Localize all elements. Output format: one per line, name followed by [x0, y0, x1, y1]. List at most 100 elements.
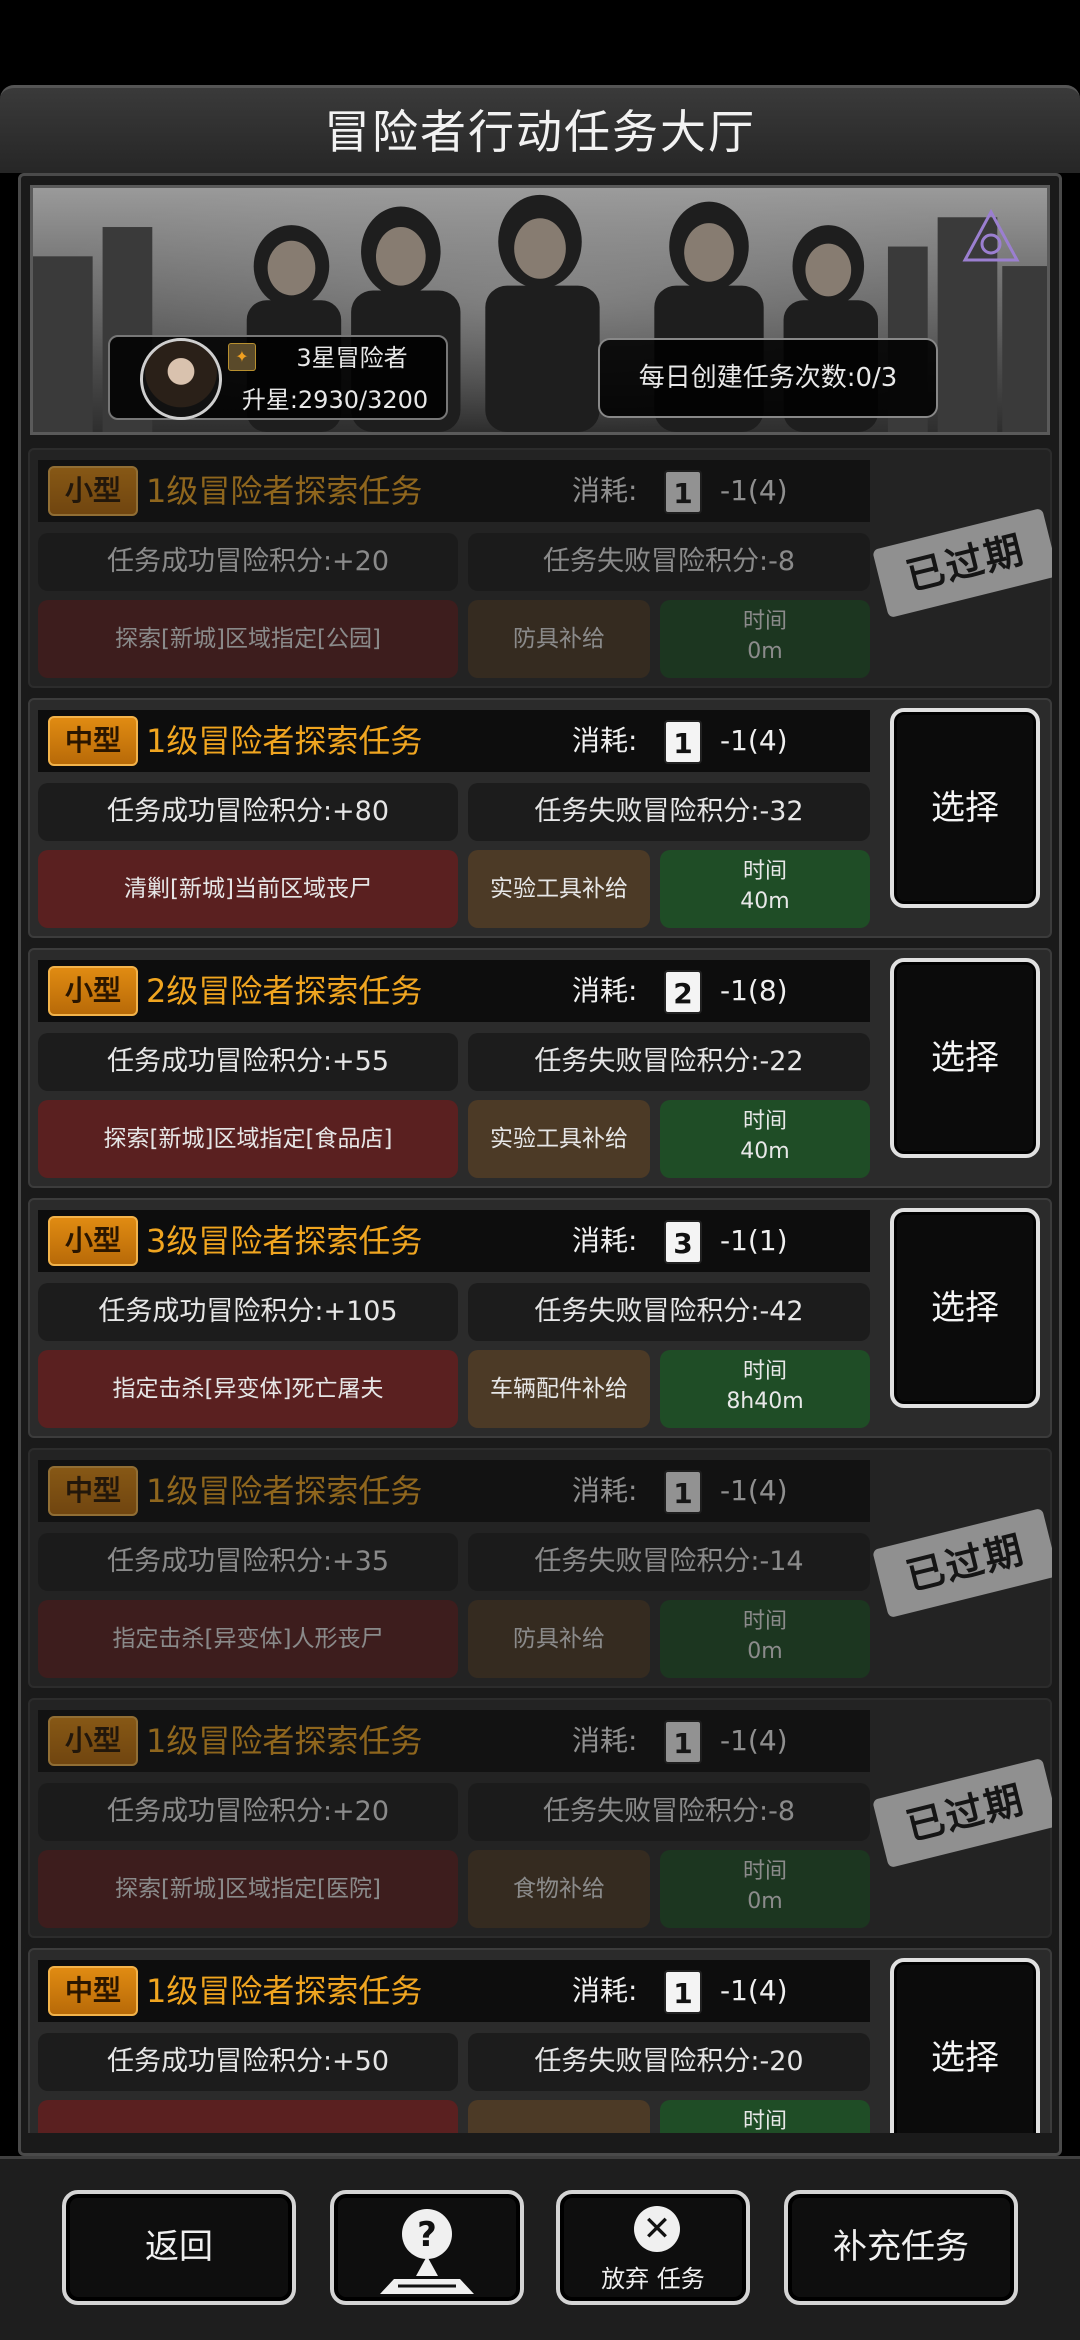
task-list[interactable]: 小型 1级冒险者探索任务 消耗: 1 -1(4) 任务成功冒险积分:+20 任务失败冒险积分…: [28, 448, 1052, 2133]
time-value: 0m: [747, 1639, 783, 1664]
time-value: 40m: [740, 889, 790, 914]
success-points: 任务成功冒险积分:+35: [38, 1533, 458, 1591]
mission-objective: 清剿[新城]当前区域丧尸: [38, 850, 458, 928]
close-circle-icon: ✕: [634, 2206, 680, 2252]
time-box: 时间 0m: [660, 1600, 870, 1678]
success-points: 任务成功冒险积分:+50: [38, 2033, 458, 2091]
time-value: 40m: [740, 1139, 790, 1164]
cost-label: 消耗:: [572, 1724, 638, 1757]
mission-objective: 探索[新城]区域指定[医院]: [38, 1850, 458, 1928]
ticket-icon: 2: [664, 970, 702, 1014]
task-title: 3级冒险者探索任务: [146, 1222, 423, 1260]
fail-points: 任务失败冒险积分:-14: [468, 1533, 870, 1591]
help-button[interactable]: ?: [330, 2190, 524, 2305]
time-value: 0m: [747, 1889, 783, 1914]
select-task-button[interactable]: 选择: [890, 708, 1040, 908]
ticket-icon: 1: [664, 1720, 702, 1764]
abandon-task-button[interactable]: ✕ 放弃 任务: [556, 2190, 750, 2305]
task-card: 小型 2级冒险者探索任务 消耗: 2 -1(8) 任务成功冒险积分:+55 任务失败冒险积分…: [28, 948, 1052, 1188]
task-title: 1级冒险者探索任务: [146, 1972, 423, 2010]
cost-label: 消耗:: [572, 974, 638, 1007]
app-root: 冒险者行动任务大厅 ✦ 3星冒险者 升星:2930/3200 每日创建任务次数:…: [0, 0, 1080, 2340]
task-title: 1级冒险者探索任务: [146, 1722, 423, 1760]
refill-tasks-label: 补充任务: [833, 2227, 969, 2267]
ticket-icon: 1: [664, 1470, 702, 1514]
mission-objective: 探索[新城]区域指定[食品店]: [38, 1100, 458, 1178]
mission-objective: 指定击杀[异变体]人形丧尸: [38, 1600, 458, 1678]
avatar[interactable]: [140, 338, 222, 420]
fail-points: 任务失败冒险积分:-20: [468, 2033, 870, 2091]
mission-objective: [38, 2100, 458, 2133]
refill-tasks-button[interactable]: 补充任务: [784, 2190, 1018, 2305]
page-title: 冒险者行动任务大厅: [324, 105, 756, 159]
fail-points: 任务失败冒险积分:-8: [468, 533, 870, 591]
cost-label: 消耗:: [572, 1974, 638, 2007]
time-label: 时间: [742, 2109, 787, 2133]
expired-stamp: 已过期: [872, 507, 1052, 619]
success-points: 任务成功冒险积分:+80: [38, 783, 458, 841]
task-size-badge: 中型: [48, 1466, 138, 1516]
cost-label: 消耗:: [572, 1224, 638, 1257]
task-size-badge: 小型: [48, 966, 138, 1016]
mission-objective: 指定击杀[异变体]死亡屠夫: [38, 1350, 458, 1428]
success-points: 任务成功冒险积分:+20: [38, 1783, 458, 1841]
biohazard-triangle-icon: [962, 208, 1020, 262]
reward-type: [468, 2100, 650, 2133]
task-size-badge: 小型: [48, 1716, 138, 1766]
time-label: 时间: [742, 1359, 787, 1384]
cost-value: -1(8): [720, 974, 788, 1007]
time-box: 时间 40m: [660, 850, 870, 928]
cost-value: -1(4): [720, 724, 788, 757]
select-task-button[interactable]: 选择: [890, 958, 1040, 1158]
fail-points: 任务失败冒险积分:-22: [468, 1033, 870, 1091]
svg-text:?: ?: [417, 2215, 437, 2255]
daily-create-counter: 每日创建任务次数:0/3: [598, 338, 938, 418]
task-card: 小型 1级冒险者探索任务 消耗: 1 -1(4) 任务成功冒险积分:+20 任务失败冒险积分…: [28, 1698, 1052, 1938]
header: 冒险者行动任务大厅: [0, 85, 1080, 173]
task-title: 1级冒险者探索任务: [146, 1472, 423, 1510]
rank-star-icon: ✦: [228, 343, 256, 371]
time-box: 时间 0m: [660, 600, 870, 678]
time-label: 时间: [742, 1859, 787, 1884]
success-points: 任务成功冒险积分:+105: [38, 1283, 458, 1341]
cost-value: -1(4): [720, 1974, 788, 2007]
time-label: 时间: [742, 1609, 787, 1634]
fail-points: 任务失败冒险积分:-42: [468, 1283, 870, 1341]
cost-value: -1(4): [720, 1724, 788, 1757]
cost-value: -1(4): [720, 474, 788, 507]
fail-points: 任务失败冒险积分:-32: [468, 783, 870, 841]
select-task-button[interactable]: 选择: [890, 1208, 1040, 1408]
ticket-icon: 1: [664, 470, 702, 514]
time-label: 时间: [742, 859, 787, 884]
task-card: 中型 1级冒险者探索任务 消耗: 1 -1(4) 任务成功冒险积分:+50 任务失败冒险积分…: [28, 1948, 1052, 2133]
cost-label: 消耗:: [572, 1474, 638, 1507]
task-title: 1级冒险者探索任务: [146, 472, 423, 510]
back-button-label: 返回: [145, 2227, 213, 2267]
back-button[interactable]: 返回: [62, 2190, 296, 2305]
success-points: 任务成功冒险积分:+55: [38, 1033, 458, 1091]
task-title: 1级冒险者探索任务: [146, 722, 423, 760]
reward-type: 防具补给: [468, 600, 650, 678]
mission-objective: 探索[新城]区域指定[公园]: [38, 600, 458, 678]
expired-stamp: 已过期: [872, 1757, 1052, 1869]
task-size-badge: 中型: [48, 1966, 138, 2016]
ticket-icon: 1: [664, 1970, 702, 2014]
rank-name: 3星冒险者: [296, 344, 408, 372]
task-size-badge: 中型: [48, 716, 138, 766]
select-task-button[interactable]: 选择: [890, 1958, 1040, 2133]
reward-type: 实验工具补给: [468, 850, 650, 928]
cost-value: -1(1): [720, 1224, 788, 1257]
time-box: 时间 8h40m: [660, 1350, 870, 1428]
cost-label: 消耗:: [572, 474, 638, 507]
ticket-icon: 3: [664, 1220, 702, 1264]
time-label: 时间: [742, 609, 787, 634]
task-title: 2级冒险者探索任务: [146, 972, 423, 1010]
upgrade-progress: 升星:2930/3200: [241, 386, 429, 414]
reward-type: 食物补给: [468, 1850, 650, 1928]
time-box: 时间 40m: [660, 1100, 870, 1178]
task-card: 中型 1级冒险者探索任务 消耗: 1 -1(4) 任务成功冒险积分:+80 任务失败冒险积分…: [28, 698, 1052, 938]
reward-type: 实验工具补给: [468, 1100, 650, 1178]
time-box: 时间 0m: [660, 1850, 870, 1928]
time-label: 时间: [742, 1109, 787, 1134]
task-size-badge: 小型: [48, 1216, 138, 1266]
